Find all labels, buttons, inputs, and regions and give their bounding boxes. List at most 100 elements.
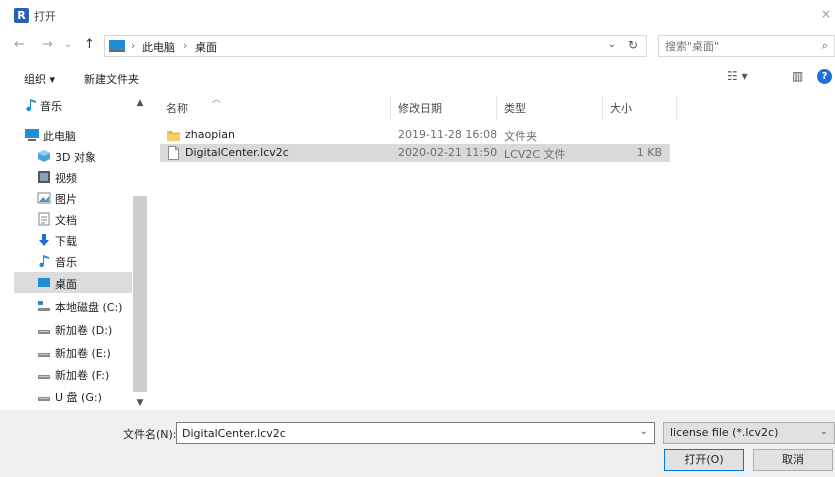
sidebar-item-label: 新加卷 (D:) <box>55 324 113 337</box>
column-header-size[interactable]: 大小 <box>610 100 632 116</box>
computer-icon <box>24 128 39 141</box>
sidebar-item-this-pc[interactable]: 此电脑 <box>14 124 132 145</box>
sidebar-item-label: 本地磁盘 (C:) <box>55 301 123 314</box>
window-title: 打开 <box>34 10 56 23</box>
column-header-date[interactable]: 修改日期 <box>398 100 442 116</box>
folder-icon <box>167 128 180 142</box>
navigation-pane: 音乐 此电脑 3D 对象 视频 图片 文档 下载 音乐 桌面 本地磁盘 (C:)… <box>14 92 147 410</box>
address-bar[interactable]: › 此电脑 › 桌面 ⌄ ↻ <box>104 35 647 57</box>
search-box[interactable]: ⌕ <box>658 35 835 57</box>
column-divider[interactable] <box>496 96 497 120</box>
sidebar-item-drive-g[interactable]: U 盘 (G:) <box>14 385 132 406</box>
file-type-filter[interactable]: license file (*.lcv2c) ⌄ <box>663 422 835 444</box>
sidebar-item-label: 文档 <box>55 214 77 227</box>
sidebar-item-drive-c[interactable]: 本地磁盘 (C:) <box>14 295 132 316</box>
navigation-bar: ← → ⌄ ↑ › 此电脑 › 桌面 ⌄ ↻ ⌕ <box>0 30 835 62</box>
3d-objects-icon <box>37 149 51 162</box>
back-button[interactable]: ← <box>14 38 25 52</box>
drive-icon <box>37 367 51 380</box>
table-row[interactable]: DigitalCenter.lcv2c 2020-02-21 11:50 LCV… <box>160 144 670 162</box>
column-divider[interactable] <box>676 96 677 120</box>
sidebar-item-music[interactable]: 音乐 <box>14 94 132 115</box>
sidebar-item-label: 桌面 <box>55 278 77 291</box>
file-type: 文件夹 <box>504 130 537 143</box>
dialog-footer: 文件名(N): ⌄ license file (*.lcv2c) ⌄ 打开(O)… <box>0 410 835 477</box>
recent-locations-button[interactable]: ⌄ <box>64 38 72 52</box>
title-bar: R 打开 × <box>0 0 835 30</box>
sidebar-item-documents[interactable]: 文档 <box>14 208 132 229</box>
file-list: ︿ 名称 修改日期 类型 大小 zhaopian 2019-11-28 16:0… <box>150 92 835 410</box>
chevron-down-icon[interactable]: ⌄ <box>608 39 616 50</box>
new-folder-button[interactable]: 新建文件夹 <box>84 71 139 87</box>
sort-ascending-icon: ︿ <box>212 95 222 105</box>
sidebar-item-videos[interactable]: 视频 <box>14 166 132 187</box>
system-drive-icon <box>37 299 51 312</box>
file-size: 1 KB <box>636 146 662 159</box>
app-logo-icon: R <box>14 8 29 23</box>
preview-pane-icon[interactable]: ▥ <box>792 69 803 83</box>
cancel-button[interactable]: 取消 <box>753 449 833 471</box>
file-date: 2020-02-21 11:50 <box>398 146 498 159</box>
column-divider[interactable] <box>602 96 603 120</box>
search-input[interactable] <box>665 39 805 53</box>
document-icon <box>37 212 51 226</box>
download-icon <box>37 233 51 246</box>
view-options-icon[interactable]: ☷ ▾ <box>727 69 748 83</box>
drive-icon <box>37 345 51 358</box>
video-icon <box>37 170 51 183</box>
desktop-icon <box>37 276 51 289</box>
picture-icon <box>37 191 51 204</box>
sidebar-item-label: 图片 <box>55 193 77 206</box>
refresh-icon[interactable]: ↻ <box>628 38 638 52</box>
help-icon[interactable]: ? <box>817 69 832 84</box>
column-divider[interactable] <box>390 96 391 120</box>
sidebar-item-label: 新加卷 (F:) <box>55 369 110 382</box>
file-name: DigitalCenter.lcv2c <box>185 146 289 159</box>
sidebar-item-label: 3D 对象 <box>55 151 96 164</box>
column-header-type[interactable]: 类型 <box>504 100 526 116</box>
sidebar-item-desktop[interactable]: 桌面 <box>14 272 132 293</box>
breadcrumb-desktop[interactable]: 桌面 <box>195 39 217 55</box>
sidebar-item-label: 新加卷 (E:) <box>55 347 111 360</box>
music-icon <box>37 254 51 268</box>
sidebar-item-drive-d[interactable]: 新加卷 (D:) <box>14 318 132 339</box>
sidebar-item-label: 音乐 <box>40 100 62 113</box>
scrollbar-thumb[interactable] <box>133 196 147 392</box>
computer-icon <box>109 40 125 52</box>
usb-drive-icon <box>37 389 51 402</box>
music-icon <box>24 98 38 112</box>
sidebar-item-music[interactable]: 音乐 <box>14 250 132 271</box>
sidebar-item-3d-objects[interactable]: 3D 对象 <box>14 145 132 166</box>
sidebar-item-pictures[interactable]: 图片 <box>14 187 132 208</box>
chevron-down-icon[interactable]: ⌄ <box>820 426 828 437</box>
breadcrumb-separator: › <box>183 39 188 52</box>
file-icon <box>167 146 180 160</box>
open-button[interactable]: 打开(O) <box>664 449 744 471</box>
sidebar-item-drive-e[interactable]: 新加卷 (E:) <box>14 341 132 362</box>
sidebar-item-label: 视频 <box>55 172 77 185</box>
scroll-up-icon[interactable]: ▲ <box>133 96 147 110</box>
column-header-name[interactable]: 名称 <box>166 100 188 116</box>
close-icon[interactable]: × <box>821 7 831 21</box>
sidebar-item-label: 此电脑 <box>43 130 76 143</box>
forward-button[interactable]: → <box>42 38 53 52</box>
sidebar-item-label: 音乐 <box>55 256 77 269</box>
breadcrumb-this-pc[interactable]: 此电脑 <box>142 39 175 55</box>
up-button[interactable]: ↑ <box>84 38 95 52</box>
sidebar-item-label: U 盘 (G:) <box>55 391 102 404</box>
scroll-down-icon[interactable]: ▼ <box>133 396 147 410</box>
chevron-down-icon[interactable]: ⌄ <box>640 426 648 437</box>
drive-icon <box>37 322 51 335</box>
file-type-filter-value: license file (*.lcv2c) <box>670 426 779 439</box>
search-icon[interactable]: ⌕ <box>822 39 828 53</box>
sidebar-item-drive-f[interactable]: 新加卷 (F:) <box>14 363 132 384</box>
sidebar-item-label: 下载 <box>55 235 77 248</box>
file-date: 2019-11-28 16:08 <box>398 128 498 141</box>
breadcrumb-separator: › <box>131 39 136 52</box>
sidebar-item-downloads[interactable]: 下载 <box>14 229 132 250</box>
filename-combobox[interactable]: ⌄ <box>176 422 655 444</box>
file-name: zhaopian <box>185 128 235 141</box>
table-row[interactable]: zhaopian 2019-11-28 16:08 文件夹 <box>160 126 670 144</box>
filename-input[interactable] <box>182 426 622 441</box>
organize-menu[interactable]: 组织 ▾ <box>24 71 55 87</box>
